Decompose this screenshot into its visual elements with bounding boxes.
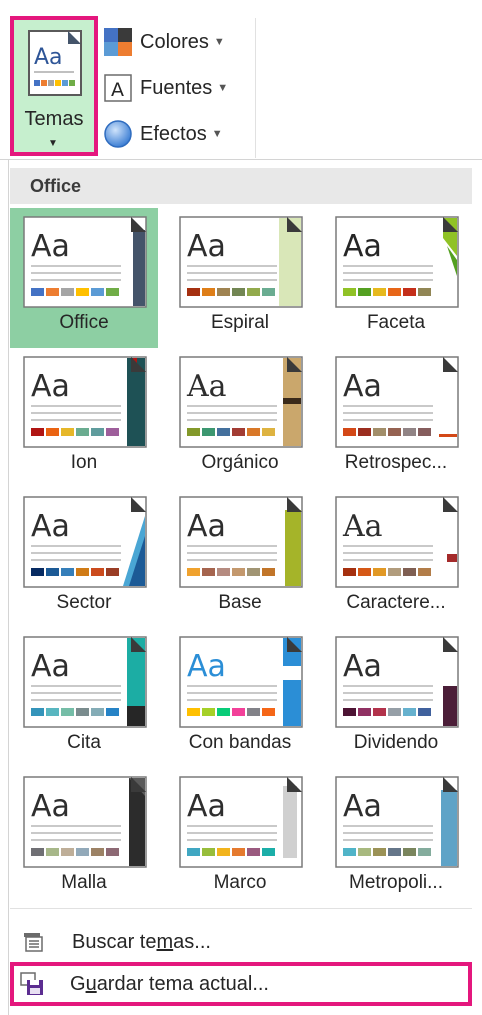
theme-tile-label: Caractere... — [346, 592, 446, 613]
theme-tile[interactable]: Aa Malla — [10, 768, 158, 908]
theme-tile[interactable]: Aa Dividendo — [322, 628, 470, 768]
theme-tile-label: Sector — [56, 592, 112, 613]
theme-preview-icon: Aa — [179, 216, 303, 308]
gallery-section-header: Office — [10, 168, 472, 204]
theme-tile-label: Metropoli... — [349, 872, 443, 893]
theme-tile-label: Base — [218, 592, 262, 613]
theme-tile[interactable]: Aa Caractere... — [322, 488, 470, 628]
theme-tile-label: Con bandas — [188, 732, 292, 753]
theme-preview-icon: Aa — [335, 496, 459, 588]
save-current-theme-menu-item[interactable]: Guardar tema actual... — [10, 962, 472, 1006]
ribbon-divider — [0, 159, 482, 160]
theme-tile[interactable]: Aa Con bandas — [166, 628, 314, 768]
ribbon-design-group: Aa Temas ▼ Colores ▼ A Fuentes ▼ Efectos… — [0, 0, 482, 160]
theme-tile-label: Marco — [213, 872, 267, 893]
theme-tile[interactable]: Aa Espiral — [166, 208, 314, 348]
effects-circle-icon — [102, 118, 134, 150]
svg-text:Aa: Aa — [34, 45, 63, 70]
fonts-a-icon: A — [102, 72, 134, 104]
menu-divider — [10, 908, 472, 909]
svg-text:Aa: Aa — [31, 369, 70, 404]
chevron-down-icon: ▼ — [211, 128, 223, 140]
chevron-down-icon: ▼ — [48, 138, 58, 149]
theme-tile-label: Espiral — [210, 312, 270, 333]
theme-preview-icon: Aa — [335, 216, 459, 308]
theme-tile-label: Orgánico — [201, 452, 279, 473]
theme-preview-icon: Aa — [335, 356, 459, 448]
fonts-button-label: Fuentes — [140, 76, 213, 99]
theme-tile-label: Cita — [67, 732, 101, 753]
theme-preview-icon: Aa — [179, 636, 303, 728]
theme-tile[interactable]: Aa Orgánico — [166, 348, 314, 488]
theme-tile-label: Ion — [70, 452, 98, 473]
chevron-down-icon: ▼ — [213, 36, 225, 48]
themes-aa-icon: Aa — [28, 30, 82, 96]
svg-text:Aa: Aa — [187, 229, 226, 264]
theme-tile[interactable]: Aa Sector — [10, 488, 158, 628]
svg-text:Aa: Aa — [31, 789, 70, 824]
save-disk-icon — [20, 972, 43, 995]
colors-button[interactable]: Colores ▼ — [102, 24, 225, 60]
svg-text:Aa: Aa — [187, 509, 226, 544]
theme-preview-icon: Aa — [23, 216, 147, 308]
svg-text:Aa: Aa — [343, 369, 382, 404]
theme-tile-label: Dividendo — [353, 732, 439, 753]
themes-button-label: Temas — [24, 108, 84, 130]
chevron-down-icon: ▼ — [217, 82, 229, 94]
effects-button[interactable]: Efectos ▼ — [102, 116, 223, 152]
theme-tile[interactable]: Aa Marco — [166, 768, 314, 908]
browse-folder-icon — [24, 933, 43, 952]
group-separator — [255, 18, 256, 158]
theme-preview-icon: Aa — [335, 636, 459, 728]
effects-button-label: Efectos — [140, 122, 207, 145]
svg-text:Aa: Aa — [31, 229, 70, 264]
dropdown-left-border — [8, 160, 9, 1015]
theme-tile-label: Malla — [61, 872, 107, 893]
theme-tile[interactable]: Aa Retrospec... — [322, 348, 470, 488]
theme-tile[interactable]: Aa Base — [166, 488, 314, 628]
theme-tile[interactable]: Aa Faceta — [322, 208, 470, 348]
theme-preview-icon: Aa — [23, 496, 147, 588]
theme-tile[interactable]: Aa Metropoli... — [322, 768, 470, 908]
theme-preview-icon: Aa — [335, 776, 459, 868]
theme-preview-icon: Aa — [23, 776, 147, 868]
fonts-button[interactable]: A Fuentes ▼ — [102, 70, 228, 106]
save-current-theme-label: Guardar tema actual... — [70, 972, 269, 995]
theme-tile[interactable]: Aa Office — [10, 208, 158, 348]
theme-preview-icon: Aa — [23, 636, 147, 728]
svg-text:Aa: Aa — [342, 509, 383, 544]
browse-themes-menu-item[interactable]: Buscar temas... — [10, 920, 472, 964]
svg-text:A: A — [111, 79, 124, 101]
theme-tile-label: Retrospec... — [344, 452, 448, 473]
colors-button-label: Colores — [140, 30, 209, 53]
svg-text:Aa: Aa — [187, 649, 226, 684]
browse-themes-label: Buscar temas... — [72, 930, 211, 953]
theme-preview-icon: Aa — [179, 356, 303, 448]
theme-tile-label: Faceta — [366, 312, 426, 333]
themes-button[interactable]: Aa Temas ▼ — [10, 16, 98, 156]
svg-text:Aa: Aa — [31, 649, 70, 684]
svg-text:Aa: Aa — [187, 789, 226, 824]
theme-tile[interactable]: Aa Ion — [10, 348, 158, 488]
colors-icon — [102, 26, 134, 58]
theme-tile-label: Office — [59, 312, 109, 333]
svg-text:Aa: Aa — [31, 509, 70, 544]
theme-tile[interactable]: Aa Cita — [10, 628, 158, 768]
theme-preview-icon: Aa — [179, 776, 303, 868]
svg-text:Aa: Aa — [343, 789, 382, 824]
svg-text:Aa: Aa — [343, 229, 382, 264]
theme-preview-icon: Aa — [179, 496, 303, 588]
svg-text:Aa: Aa — [186, 369, 227, 404]
svg-text:Aa: Aa — [343, 649, 382, 684]
theme-preview-icon: Aa — [23, 356, 147, 448]
